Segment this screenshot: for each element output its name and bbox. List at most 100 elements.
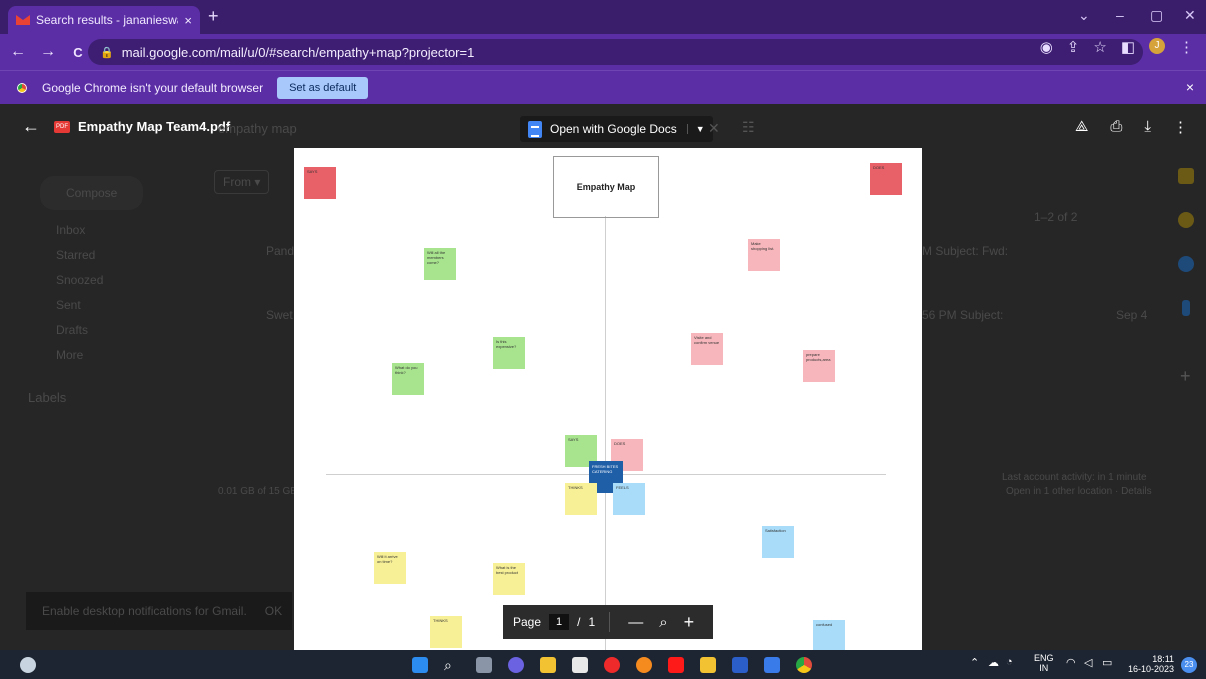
nav-more: More: [56, 348, 84, 362]
reload-button[interactable]: C: [66, 45, 90, 60]
word-pinned-icon[interactable]: [764, 657, 780, 673]
sticky-notes-icon[interactable]: [700, 657, 716, 673]
zoom-icon: ⌕: [659, 613, 668, 631]
nav-snoozed: Snoozed: [56, 273, 104, 287]
language-indicator[interactable]: ENG IN: [1034, 653, 1054, 674]
notification-text: Enable desktop notifications for Gmail.: [42, 604, 247, 618]
search-background-text: empathy map: [218, 121, 297, 136]
back-button[interactable]: ←: [6, 43, 30, 61]
add-to-drive-icon[interactable]: ⟁: [1075, 118, 1088, 136]
chevron-down-icon[interactable]: ▼: [686, 124, 705, 134]
firefox-icon[interactable]: [636, 657, 652, 673]
clock-time: 18:11: [1152, 654, 1175, 664]
print-icon[interactable]: ⎙: [1110, 118, 1122, 136]
tab-title: Search results - jananieswaranc: [36, 13, 178, 27]
clock[interactable]: 18:11 16-10-2023: [1128, 654, 1174, 675]
keep-icon[interactable]: [1178, 212, 1194, 228]
open-with-google-docs-button[interactable]: Open with Google Docs ▼: [520, 116, 713, 142]
zoom-in-button[interactable]: +: [684, 612, 695, 633]
sticky-note-thinks-bottom: THINKS: [430, 616, 462, 648]
cloud-icon[interactable]: ☁: [988, 656, 999, 669]
sticky-note-do-1: Make shopping list.: [748, 239, 780, 271]
sticky-note-feel-2: confused: [813, 620, 845, 650]
labels-heading: Labels: [28, 390, 67, 405]
page-number-input[interactable]: 1: [549, 614, 570, 630]
menu-icon[interactable]: ⋮: [1179, 38, 1194, 56]
viewer-back-button[interactable]: ←: [22, 116, 40, 137]
task-view-icon[interactable]: [476, 657, 492, 673]
page-total: 1: [588, 615, 596, 629]
page-label: Page: [513, 615, 542, 629]
new-tab-button[interactable]: +: [208, 6, 219, 27]
add-addon-icon[interactable]: +: [1180, 366, 1191, 387]
profile-avatar[interactable]: J: [1149, 38, 1165, 54]
extension-icon[interactable]: ◉: [1040, 38, 1053, 56]
default-browser-infobar: Google Chrome isn't your default browser…: [0, 70, 1206, 104]
word-icon[interactable]: [732, 657, 748, 673]
sticky-note-say-3: What do you think?: [392, 363, 424, 395]
infobar-close-icon[interactable]: ×: [1186, 79, 1194, 95]
minimize-button[interactable]: –: [1116, 7, 1124, 23]
chrome-icon: [14, 79, 30, 96]
volume-icon[interactable]: ◁: [1084, 656, 1092, 669]
row2-subject: 56 PM Subject:: [922, 308, 1004, 322]
set-default-button[interactable]: Set as default: [277, 76, 369, 99]
page-controls: Page 1 / 1 — ⌕ +: [503, 605, 713, 639]
infobar-message: Google Chrome isn't your default browser: [42, 80, 264, 95]
forward-button[interactable]: →: [36, 43, 60, 61]
region-code: IN: [1039, 662, 1049, 673]
search-icon[interactable]: ⌕: [444, 657, 460, 673]
address-bar[interactable]: 🔒 mail.google.com/mail/u/0/#search/empat…: [88, 39, 1143, 65]
more-options-icon[interactable]: ⋮: [1173, 118, 1188, 136]
network-icon[interactable]: ◔: [1006, 656, 1013, 668]
opera-icon[interactable]: [604, 657, 620, 673]
download-icon[interactable]: ⤓: [1144, 118, 1151, 136]
pdf-file-icon: PDF: [54, 121, 70, 133]
battery-icon[interactable]: ▭: [1102, 656, 1112, 669]
notification-badge[interactable]: 23: [1181, 657, 1197, 673]
wifi-icon[interactable]: ◠: [1066, 656, 1076, 669]
windows-taskbar: [0, 650, 1206, 679]
start-icon[interactable]: [412, 657, 428, 673]
nav-drafts: Drafts: [56, 323, 89, 337]
chrome-taskbar-icon[interactable]: [796, 657, 812, 673]
share-icon[interactable]: ⇪: [1067, 38, 1080, 56]
viewer-actions: ⟁ ⎙ ⤓ ⋮: [1075, 118, 1188, 136]
tray-chevron-icon[interactable]: ⌃: [970, 656, 979, 669]
control-divider: [609, 612, 611, 632]
toolbar-actions: ◉ ⇪ ☆ ◧ J ⋮: [1040, 38, 1194, 56]
browser-tab[interactable]: Search results - jananieswaranc ×: [8, 6, 200, 34]
store-icon[interactable]: [572, 657, 588, 673]
sticky-note-say-1: Will all the members come?: [424, 248, 456, 280]
empathy-map-title: Empathy Map: [553, 156, 659, 218]
file-explorer-icon[interactable]: [540, 657, 556, 673]
sticky-note-says-corner: SAYS: [304, 167, 336, 199]
calendar-icon[interactable]: [1178, 168, 1194, 184]
tab-strip: Search results - jananieswaranc × + ⌄ – …: [0, 0, 1206, 34]
storage-usage: 0.01 GB of 15 GB: [218, 486, 297, 497]
restore-button[interactable]: ▢: [1150, 7, 1163, 24]
tasks-icon[interactable]: [1178, 256, 1194, 272]
close-window-button[interactable]: ✕: [1184, 7, 1196, 24]
nav-inbox: Inbox: [56, 223, 86, 237]
viewer-close-icon[interactable]: ✕: [708, 120, 720, 137]
clock-date: 16-10-2023: [1128, 664, 1175, 675]
contacts-icon[interactable]: [1182, 300, 1190, 316]
bookmark-star-icon[interactable]: ☆: [1093, 38, 1106, 56]
desktop-notification-bar: Enable desktop notifications for Gmail. …: [26, 592, 292, 630]
result-count: 1–2 of 2: [1034, 210, 1078, 224]
tab-close-icon[interactable]: ×: [184, 13, 192, 28]
sticky-note-does-corner: DOES: [870, 163, 902, 195]
teams-icon[interactable]: [508, 657, 524, 673]
compose-button: Compose: [40, 176, 144, 210]
zoom-out-button[interactable]: —: [628, 614, 643, 631]
nav-sent: Sent: [56, 298, 81, 312]
vertical-divider: [605, 216, 606, 650]
from-filter: From ▾: [214, 170, 270, 194]
side-panel-icon[interactable]: ◧: [1121, 38, 1135, 56]
youtube-icon[interactable]: [668, 657, 684, 673]
nav-starred: Starred: [56, 248, 96, 262]
weather-icon[interactable]: [20, 657, 36, 673]
pdf-viewer-bar: ← PDF Empathy Map Team4.pdf empathy map …: [0, 104, 1206, 150]
tab-search-icon[interactable]: ⌄: [1078, 7, 1090, 24]
